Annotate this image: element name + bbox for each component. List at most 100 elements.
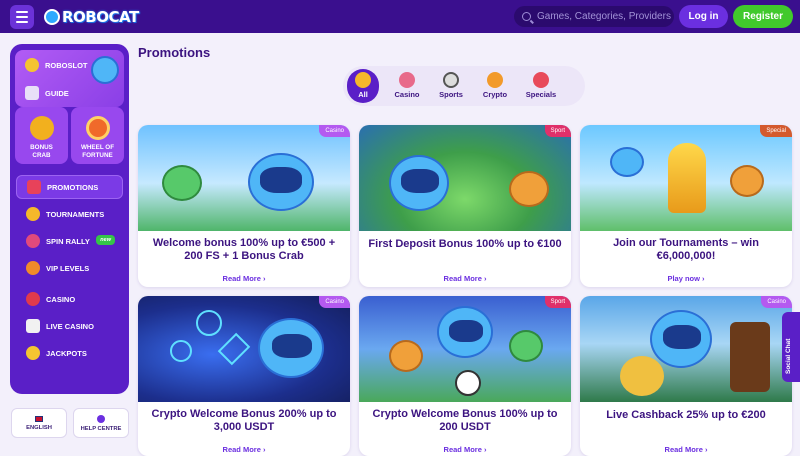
promo-card-crypto-welcome[interactable]: Casino Crypto Welcome Bonus 200% up to 3…: [138, 296, 350, 456]
robocat-mascot-icon: [610, 147, 644, 177]
search-icon: [522, 12, 531, 21]
cards-icon: [26, 319, 40, 333]
soccer-ball-icon: [443, 72, 459, 88]
promo-image: [359, 125, 571, 231]
tether-icon: [170, 340, 192, 362]
read-more-link[interactable]: Read More ›: [138, 274, 350, 283]
read-more-link[interactable]: Read More ›: [359, 274, 571, 283]
gift-icon: [27, 180, 41, 194]
card-title: Welcome bonus 100% up to €500 + 200 FS +…: [152, 237, 336, 262]
category-badge: Special: [760, 125, 792, 137]
promo-tabs: All Casino Sports Crypto Specials: [343, 66, 585, 106]
sidebar-item-guide[interactable]: GUIDE: [25, 86, 69, 100]
help-centre-button[interactable]: HELP CENTRE: [73, 408, 129, 438]
tab-casino[interactable]: Casino: [385, 69, 429, 103]
trophy-icon: [26, 207, 40, 221]
category-badge: Sport: [544, 296, 571, 308]
promo-image: [359, 296, 571, 402]
robot-friend-icon: [730, 165, 764, 197]
crab-icon: [29, 116, 54, 140]
roulette-icon: [730, 322, 770, 392]
sidebar-item-vip-levels[interactable]: VIP LEVELS: [16, 256, 123, 280]
robocat-mascot-icon: [650, 310, 712, 368]
sidebar-tile-bonus-crab[interactable]: BONUS CRAB: [15, 107, 68, 164]
specials-icon: [533, 72, 549, 88]
page-title: Promotions: [138, 45, 211, 60]
chevron-right-icon: ›: [262, 274, 266, 283]
coin-pile-icon: [620, 356, 664, 396]
rally-icon: [26, 234, 40, 248]
tab-all[interactable]: All: [347, 69, 379, 103]
robocat-mascot-icon: [437, 306, 493, 358]
search-input[interactable]: Games, Categories, Providers: [514, 6, 674, 27]
promo-image: [138, 125, 350, 231]
category-badge: Casino: [761, 296, 792, 308]
category-badge: Sport: [544, 125, 571, 137]
robot-friend-icon: [509, 171, 549, 207]
card-title: Crypto Welcome Bonus 100% up to 200 USDT: [372, 408, 558, 433]
tab-specials[interactable]: Specials: [517, 69, 565, 103]
card-title: First Deposit Bonus 100% up to €100: [368, 238, 562, 250]
wheel-icon: [85, 116, 110, 140]
category-badge: Casino: [319, 296, 350, 308]
promo-card-live-cashback[interactable]: Casino Live Cashback 25% up to €200 Read…: [580, 296, 792, 456]
sidebar-tile-wheel-of-fortune[interactable]: WHEEL OF FORTUNE: [71, 107, 124, 164]
jackpot-icon: [26, 346, 40, 360]
tab-sports[interactable]: Sports: [429, 69, 473, 103]
tab-crypto[interactable]: Crypto: [473, 69, 517, 103]
robot-friend-icon: [509, 330, 543, 362]
robocat-mascot-icon: [389, 155, 449, 211]
promo-image: [580, 296, 792, 402]
sidebar-item-tournaments[interactable]: TOURNAMENTS: [16, 202, 123, 226]
trophy-icon: [355, 72, 371, 88]
category-badge: Casino: [319, 125, 350, 137]
soccer-ball-icon: [455, 370, 481, 396]
help-icon: [97, 414, 105, 423]
chevron-right-icon: ›: [483, 274, 487, 283]
sidebar: ROBOSLOT GUIDE BONUS CRAB WHEEL OF FORTU…: [10, 44, 129, 394]
ethereum-icon: [217, 332, 251, 366]
card-title: Live Cashback 25% up to €200: [606, 409, 766, 421]
logo-icon: [44, 9, 60, 25]
sidebar-item-spin-rally[interactable]: SPIN RALLY new: [16, 229, 123, 253]
sidebar-item-roboslot[interactable]: ROBOSLOT: [25, 58, 88, 72]
robocat-mascot-icon: [258, 318, 324, 378]
coin-icon: [25, 58, 39, 72]
card-title: Join our Tournaments – win €6,000,000!: [613, 237, 759, 262]
logo[interactable]: ROBOCAT: [44, 5, 139, 29]
trophy-icon: [668, 143, 706, 213]
social-chat-button[interactable]: Social Chat: [782, 312, 800, 382]
search-placeholder: Games, Categories, Providers: [537, 11, 671, 22]
cherries-icon: [26, 292, 40, 306]
language-selector[interactable]: ENGLISH: [11, 408, 67, 438]
crypto-icon: [487, 72, 503, 88]
top-bar: ROBOCAT Games, Categories, Providers Log…: [0, 0, 800, 33]
sidebar-item-promotions[interactable]: PROMOTIONS: [16, 175, 123, 199]
promo-image: [580, 125, 792, 231]
robocat-mascot-icon: [91, 56, 119, 84]
new-badge: new: [96, 235, 115, 245]
play-now-link[interactable]: Play now ›: [580, 274, 792, 283]
crown-icon: [26, 261, 40, 275]
promo-image: [138, 296, 350, 402]
promo-card-welcome-bonus[interactable]: Casino Welcome bonus 100% up to €500 + 2…: [138, 125, 350, 287]
promo-card-tournaments[interactable]: Special Join our Tournaments – win €6,00…: [580, 125, 792, 287]
robot-friend-icon: [162, 165, 202, 201]
sidebar-featured: ROBOSLOT GUIDE: [15, 50, 124, 107]
card-title: Crypto Welcome Bonus 200% up to 3,000 US…: [151, 408, 337, 433]
promo-card-first-deposit[interactable]: Sport First Deposit Bonus 100% up to €10…: [359, 125, 571, 287]
casino-icon: [399, 72, 415, 88]
chevron-right-icon: ›: [702, 274, 705, 283]
bitcoin-icon: [196, 310, 222, 336]
menu-button[interactable]: [10, 5, 34, 29]
sidebar-item-jackpots[interactable]: JACKPOTS: [16, 341, 123, 365]
robot-friend-icon: [389, 340, 423, 372]
map-icon: [25, 86, 39, 100]
sidebar-item-casino[interactable]: CASINO: [16, 287, 123, 311]
login-button[interactable]: Log in: [679, 5, 728, 28]
promo-card-crypto-sport[interactable]: Sport Crypto Welcome Bonus 100% up to 20…: [359, 296, 571, 456]
sidebar-item-live-casino[interactable]: LIVE CASINO: [16, 314, 123, 338]
robocat-mascot-icon: [248, 153, 314, 211]
register-button[interactable]: Register: [733, 5, 793, 28]
uk-flag-icon: [35, 415, 43, 422]
